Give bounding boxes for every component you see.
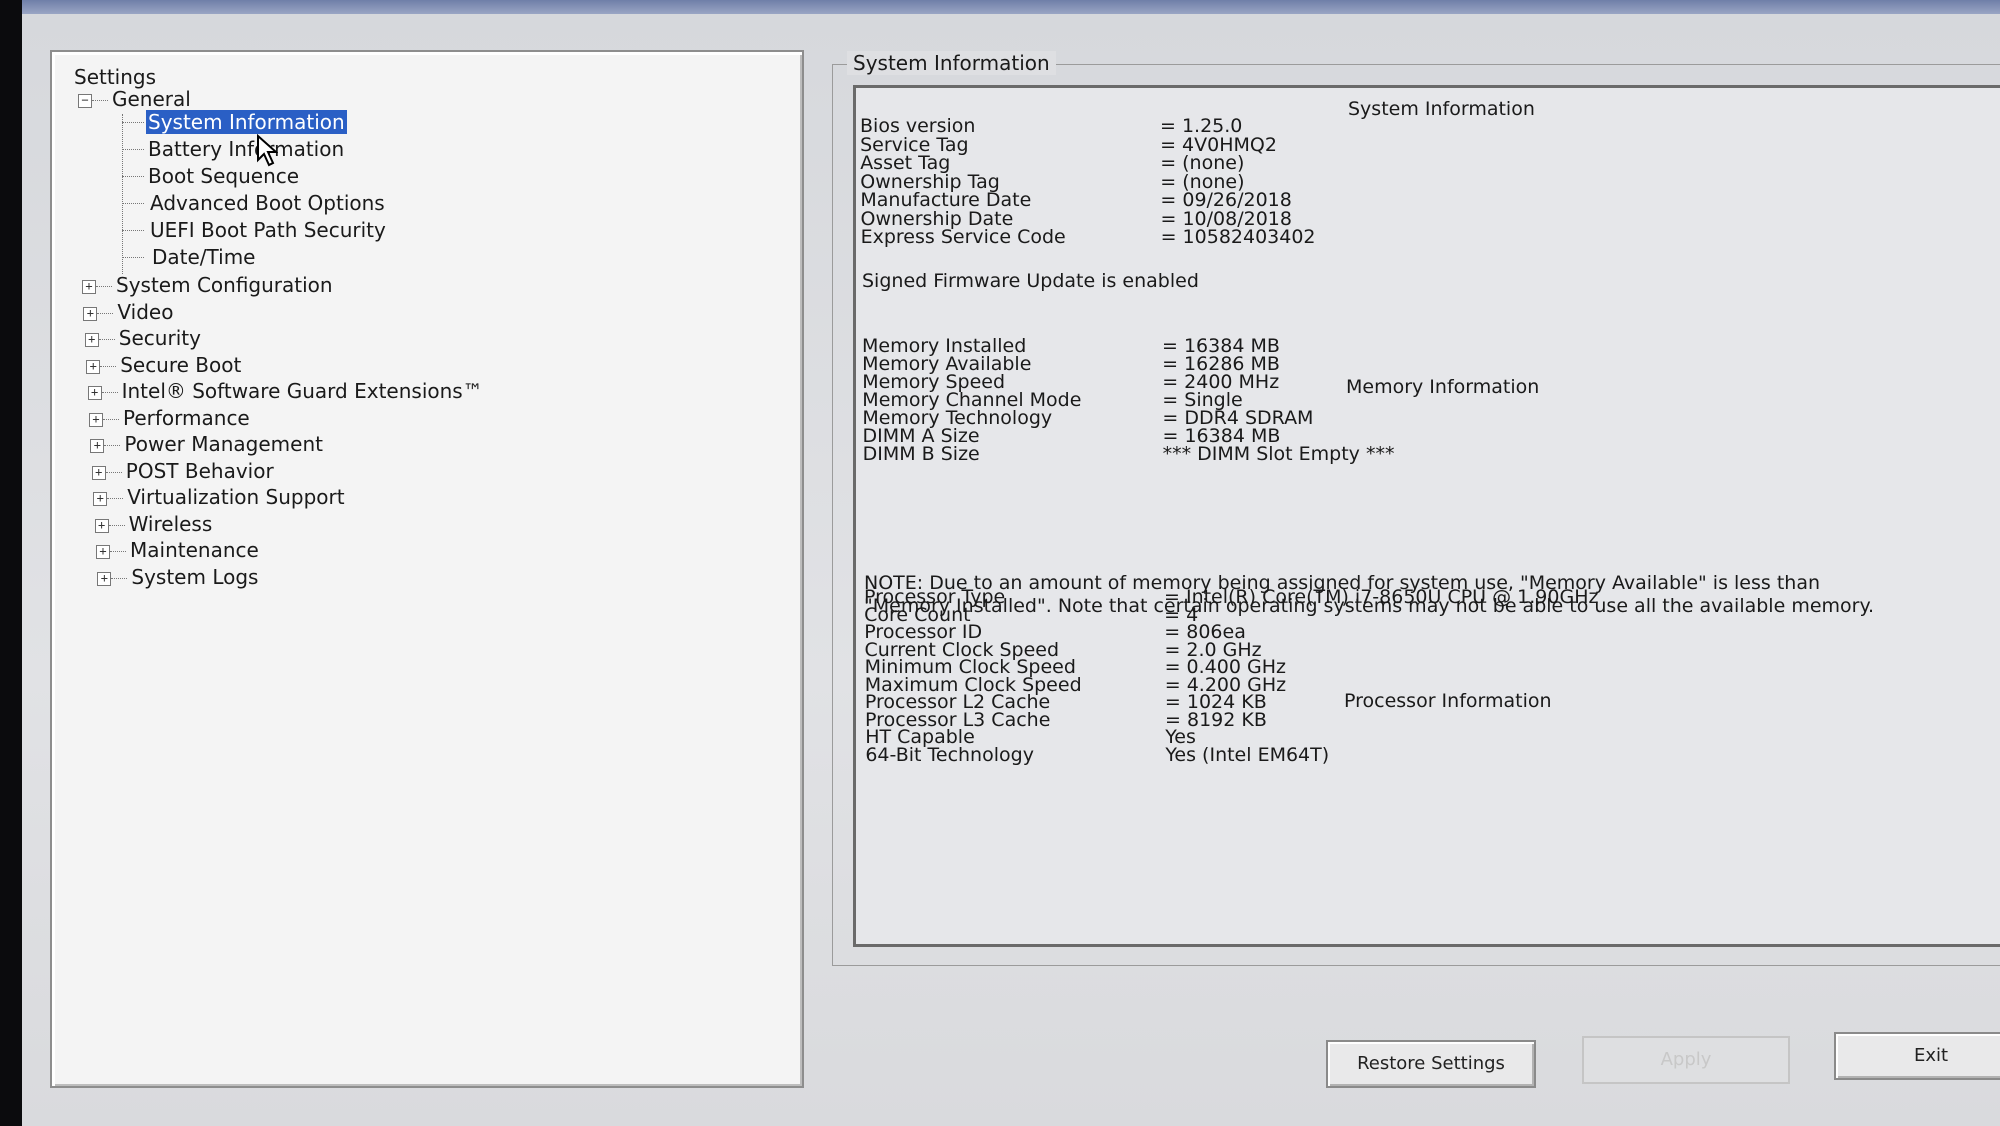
memory-info-label: DIMM B Size — [862, 443, 980, 465]
tree-item-post-behavior[interactable]: POST Behavior — [126, 458, 274, 484]
restore-settings-button[interactable]: Restore Settings — [1326, 1040, 1536, 1088]
tree-item-uefi-boot-path-security[interactable]: UEFI Boot Path Security — [150, 217, 386, 243]
expand-performance-icon[interactable]: + — [89, 412, 103, 427]
tree-item-power-management[interactable]: Power Management — [124, 431, 323, 457]
system-info-heading: System Information — [1348, 98, 1535, 120]
expand-video-icon[interactable]: + — [83, 306, 98, 321]
memory-info-value: *** DIMM Slot Empty *** — [1162, 443, 1395, 465]
system-info-label: Express Service Code — [860, 226, 1066, 248]
expand-system-logs-icon[interactable]: + — [97, 571, 112, 586]
expand-power-management-icon[interactable]: + — [90, 439, 105, 453]
expand-wireless-icon[interactable]: + — [94, 518, 109, 533]
processor-info-label: 64-Bit Technology — [865, 743, 1034, 766]
tree-item-wireless[interactable]: Wireless — [129, 511, 213, 537]
system-info-value: = 10582403402 — [1160, 226, 1316, 248]
expand-post-behavior-icon[interactable]: + — [91, 465, 106, 480]
tree-item-battery-information[interactable]: Battery Information — [148, 136, 344, 162]
firmware-update-status: Signed Firmware Update is enabled — [862, 270, 1199, 292]
memory-info-heading: Memory Information — [1346, 376, 1540, 398]
tree-item-system-configuration[interactable]: System Configuration — [116, 272, 333, 298]
system-information-group: System Information System Information Bi… — [832, 51, 2000, 966]
tree-item-system-logs[interactable]: System Logs — [131, 564, 258, 590]
tree-item-video[interactable]: Video — [117, 299, 173, 325]
tree-item-performance[interactable]: Performance — [123, 405, 250, 431]
apply-button[interactable]: Apply — [1582, 1036, 1790, 1084]
bios-setup-screen: Settings − General System Information Ba… — [22, 0, 2000, 1126]
collapse-general-icon[interactable]: − — [78, 94, 92, 108]
expand-security-icon[interactable]: + — [84, 333, 99, 347]
expand-secure-boot-icon[interactable]: + — [86, 359, 101, 374]
processor-info-value: Yes (Intel EM64T) — [1165, 743, 1330, 766]
tree-item-security[interactable]: Security — [119, 325, 201, 351]
settings-tree-panel[interactable]: Settings − General System Information Ba… — [50, 50, 804, 1088]
expand-maintenance-icon[interactable]: + — [96, 545, 110, 559]
tree-item-virtualization-support[interactable]: Virtualization Support — [127, 484, 344, 510]
tree-item-system-information-label: System Information — [146, 110, 347, 134]
group-title: System Information — [847, 51, 1056, 75]
expand-intel-software-guard-extensions-icon[interactable]: + — [87, 386, 102, 400]
expand-system-configuration-icon[interactable]: + — [82, 280, 96, 294]
expand-virtualization-support-icon[interactable]: + — [93, 492, 108, 506]
tree-item-maintenance[interactable]: Maintenance — [130, 537, 259, 563]
processor-info-heading: Processor Information — [1344, 690, 1552, 712]
tree-item-intel-software-guard-extensions[interactable]: Intel® Software Guard Extensions™ — [122, 378, 483, 404]
system-information-content[interactable]: System Information Bios version = 1.25.0 S… — [853, 85, 2000, 947]
mouse-pointer-icon — [257, 134, 278, 167]
exit-button[interactable]: Exit — [1834, 1032, 2000, 1080]
tree-item-advanced-boot-options[interactable]: Advanced Boot Options — [150, 190, 385, 216]
tree-item-secure-boot[interactable]: Secure Boot — [120, 352, 241, 378]
tree-item-system-information[interactable]: System Information — [146, 109, 347, 135]
tree-item-date-time[interactable]: Date/Time — [152, 244, 256, 270]
processor-info-value: = Intel(R) Core(TM) i7-8650U CPU @ 1.90G… — [1164, 586, 1599, 608]
title-bar — [22, 0, 2000, 14]
